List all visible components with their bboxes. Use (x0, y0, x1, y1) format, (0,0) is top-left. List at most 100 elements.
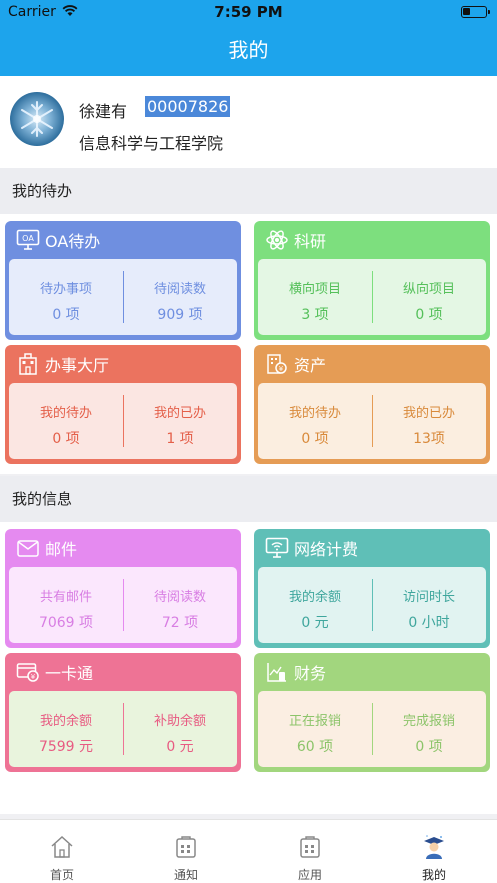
card-finance[interactable]: 财务 正在报销 60 项 完成报销 0 项 (254, 653, 490, 772)
campus-right-value: 0 元 (166, 739, 194, 755)
card-mail[interactable]: 邮件 共有邮件 7069 项 待阅读数 72 项 (5, 529, 241, 648)
building-icon (15, 352, 41, 376)
section-title-info: 我的信息 (0, 476, 497, 522)
clock: 7:59 PM (214, 3, 283, 21)
mail-icon (15, 536, 41, 560)
tab-apps-label: 应用 (297, 868, 322, 882)
profile-header[interactable]: 徐建有 00007826 信息科学与工程学院 (0, 76, 497, 168)
tab-apps[interactable]: 应用 (248, 820, 372, 883)
mail-left-value: 7069 项 (38, 615, 94, 631)
user-name: 徐建有 (79, 102, 128, 121)
card-campus-card-title: 一卡通 (45, 664, 94, 683)
campus-left-label: 我的余额 (39, 714, 92, 729)
network-monitor-icon (264, 536, 290, 560)
card-finance-title: 财务 (294, 664, 327, 683)
hall-my-todo[interactable]: 我的待办 0 项 (9, 383, 123, 459)
assets-left-label: 我的待办 (288, 406, 341, 421)
network-duration[interactable]: 访问时长 0 小时 (372, 567, 486, 643)
avatar[interactable] (10, 92, 64, 146)
research-vertical[interactable]: 纵向项目 0 项 (372, 259, 486, 335)
nav-bar: 我的 (0, 24, 497, 76)
oa-left-label: 待办事项 (39, 282, 92, 297)
research-left-label: 横向项目 (288, 282, 341, 297)
finance-pending[interactable]: 正在报销 60 项 (258, 691, 372, 767)
oa-left-value: 0 项 (52, 307, 80, 323)
oa-right-value: 909 项 (157, 307, 203, 323)
card-assets[interactable]: ¥ 资产 我的待办 0 项 我的已办 13项 (254, 345, 490, 464)
apps-icon (297, 834, 323, 860)
research-left-value: 3 项 (301, 307, 329, 323)
campus-right-label: 补助余额 (153, 714, 206, 729)
hall-my-done[interactable]: 我的已办 1 项 (123, 383, 237, 459)
hall-right-label: 我的已办 (153, 406, 206, 421)
finance-right-label: 完成报销 (402, 714, 455, 729)
research-right-value: 0 项 (415, 307, 443, 323)
mail-total[interactable]: 共有邮件 7069 项 (9, 567, 123, 643)
finance-icon (264, 660, 290, 684)
tab-home-label: 首页 (49, 868, 74, 882)
mail-unread[interactable]: 待阅读数 72 项 (123, 567, 237, 643)
card-oa[interactable]: OA OA待办 待办事项 0 项 待阅读数 909 项 (5, 221, 241, 340)
status-bar: Carrier 7:59 PM (0, 0, 497, 24)
tab-notice[interactable]: 通知 (124, 820, 248, 883)
tab-bar: 首页 通知 应用 我的 (0, 819, 497, 883)
user-id: 00007826 (145, 96, 231, 117)
assets-icon: ¥ (264, 352, 290, 376)
network-right-label: 访问时长 (402, 590, 455, 605)
campus-left-value: 7599 元 (38, 739, 94, 755)
oa-right-label: 待阅读数 (153, 282, 206, 297)
finance-left-value: 60 项 (296, 739, 334, 755)
user-department: 信息科学与工程学院 (79, 134, 224, 153)
mail-right-value: 72 项 (161, 615, 199, 631)
section-title-todo: 我的待办 (0, 168, 497, 214)
tab-notice-label: 通知 (173, 868, 198, 882)
network-right-value: 0 小时 (408, 615, 450, 631)
network-balance[interactable]: 我的余额 0 元 (258, 567, 372, 643)
assets-my-done[interactable]: 我的已办 13项 (372, 383, 486, 459)
card-oa-title: OA待办 (45, 232, 101, 251)
assets-left-value: 0 项 (301, 431, 329, 447)
assets-my-todo[interactable]: 我的待办 0 项 (258, 383, 372, 459)
finance-left-label: 正在报销 (288, 714, 341, 729)
page-title: 我的 (228, 38, 269, 62)
home-icon (49, 834, 75, 860)
campus-card-subsidy[interactable]: 补助余额 0 元 (123, 691, 237, 767)
finance-right-value: 0 项 (415, 739, 443, 755)
mail-left-label: 共有邮件 (39, 590, 92, 605)
profile-graduate-icon (421, 834, 447, 860)
research-horizontal[interactable]: 横向项目 3 项 (258, 259, 372, 335)
oa-unread-items[interactable]: 待阅读数 909 项 (123, 259, 237, 335)
notice-icon (173, 834, 199, 860)
network-left-label: 我的余额 (288, 590, 341, 605)
card-network-billing-title: 网络计费 (294, 540, 359, 559)
finance-completed[interactable]: 完成报销 0 项 (372, 691, 486, 767)
svg-text:¥: ¥ (31, 673, 36, 681)
card-research[interactable]: 科研 横向项目 3 项 纵向项目 0 项 (254, 221, 490, 340)
assets-right-value: 13项 (413, 431, 445, 447)
assets-right-label: 我的已办 (402, 406, 455, 421)
hall-left-label: 我的待办 (39, 406, 92, 421)
card-assets-title: 资产 (294, 356, 327, 375)
mail-right-label: 待阅读数 (153, 590, 206, 605)
tab-mine-label: 我的 (421, 868, 446, 882)
card-research-title: 科研 (294, 232, 327, 251)
hall-left-value: 0 项 (52, 431, 80, 447)
oa-monitor-icon: OA (15, 228, 41, 252)
card-service-hall[interactable]: 办事大厅 我的待办 0 项 我的已办 1 项 (5, 345, 241, 464)
card-network-billing[interactable]: 网络计费 我的余额 0 元 访问时长 0 小时 (254, 529, 490, 648)
tab-mine[interactable]: 我的 (372, 820, 496, 883)
card-mail-title: 邮件 (45, 540, 78, 559)
oa-todo-items[interactable]: 待办事项 0 项 (9, 259, 123, 335)
battery-icon (461, 6, 490, 18)
svg-text:OA: OA (22, 234, 34, 243)
campus-card-balance[interactable]: 我的余额 7599 元 (9, 691, 123, 767)
hall-right-value: 1 项 (166, 431, 194, 447)
tab-home[interactable]: 首页 (0, 820, 124, 883)
card-campus-card[interactable]: ¥ 一卡通 我的余额 7599 元 补助余额 0 元 (5, 653, 241, 772)
campus-card-icon: ¥ (15, 660, 41, 684)
atom-icon (264, 228, 290, 252)
research-right-label: 纵向项目 (402, 282, 455, 297)
svg-text:¥: ¥ (279, 365, 284, 373)
card-service-hall-title: 办事大厅 (45, 356, 110, 375)
network-left-value: 0 元 (301, 615, 329, 631)
